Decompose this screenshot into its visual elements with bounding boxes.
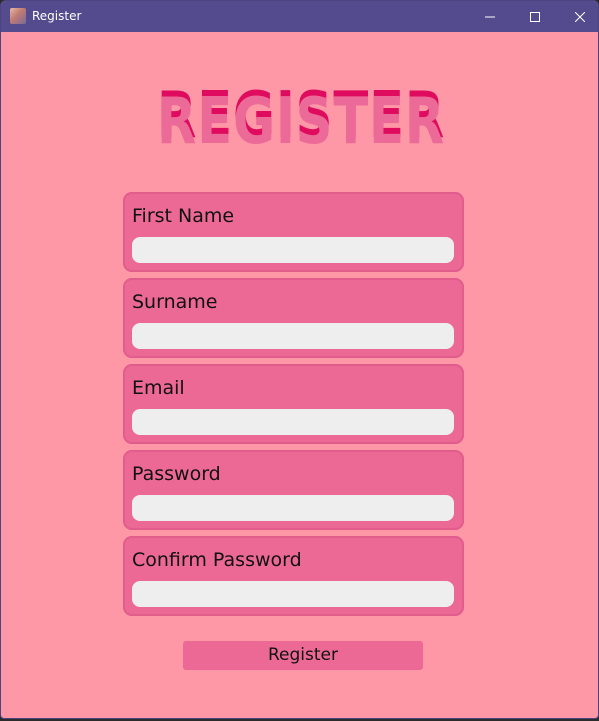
maximize-icon [530,11,540,22]
password-label: Password [132,463,221,485]
register-window: Register REGISTER First Name Surname Ema… [0,0,599,719]
close-button[interactable] [557,1,598,32]
title-bar[interactable]: Register [1,1,598,32]
confirm-password-input[interactable] [132,581,454,607]
email-input[interactable] [132,409,454,435]
register-heading: REGISTER [157,85,446,159]
email-field: Email [123,364,464,444]
password-input[interactable] [132,495,454,521]
register-button[interactable]: Register [183,641,423,670]
surname-field: Surname [123,278,464,358]
minimize-icon [485,12,495,22]
close-icon [575,11,585,22]
window-title: Register [32,9,82,23]
minimize-button[interactable] [467,1,513,32]
confirm-password-field: Confirm Password [123,536,464,616]
first-name-label: First Name [132,205,235,227]
maximize-button[interactable] [512,1,558,32]
first-name-field: First Name [123,192,464,272]
confirm-password-label: Confirm Password [132,549,302,571]
password-field: Password [123,450,464,530]
surname-label: Surname [132,291,218,313]
surname-input[interactable] [132,323,454,349]
app-icon [10,8,26,24]
first-name-input[interactable] [132,237,454,263]
email-label: Email [132,377,185,399]
